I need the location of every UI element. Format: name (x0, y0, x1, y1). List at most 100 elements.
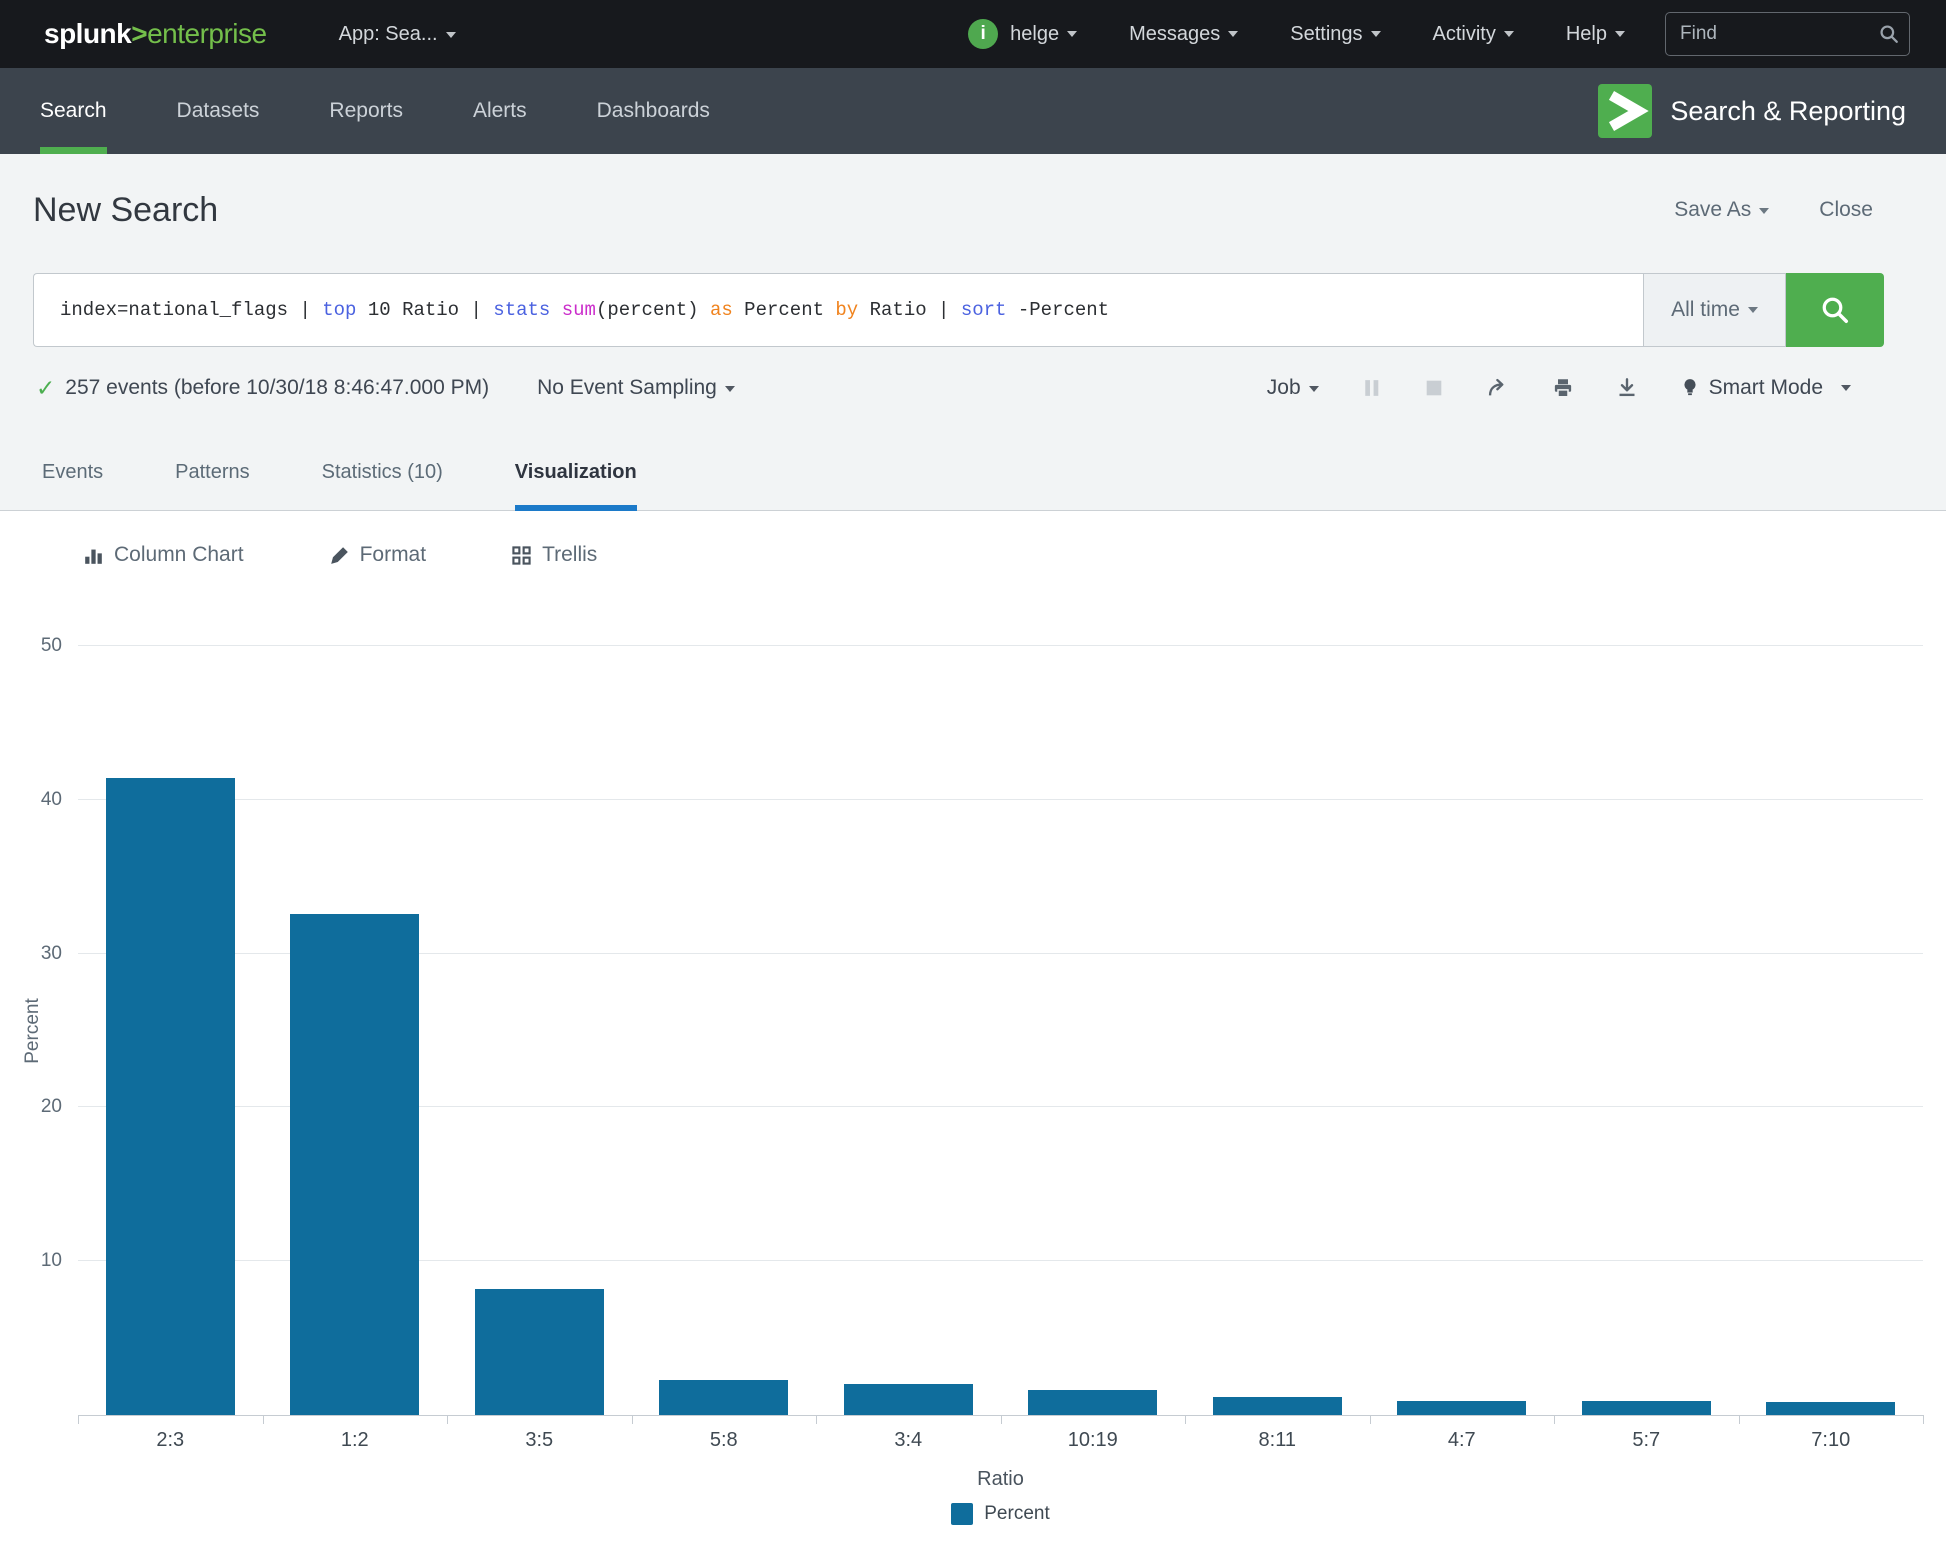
axis-tick (1554, 1415, 1555, 1424)
share-button[interactable] (1487, 378, 1509, 398)
search-query-input[interactable]: index=national_flags | top 10 Ratio | st… (33, 273, 1643, 347)
app-identity: Search & Reporting (1598, 68, 1906, 154)
bar-3-5[interactable] (474, 1288, 604, 1415)
y-tick-label: 40 (40, 788, 62, 810)
app-navbar: Search Datasets Reports Alerts Dashboards Se… (0, 68, 1946, 154)
x-tick-label: 10:19 (1067, 1429, 1118, 1451)
find-box (1665, 12, 1910, 56)
y-tick-label: 30 (40, 942, 62, 964)
format-label: Format (359, 543, 427, 566)
appbar-tab-reports[interactable]: Reports (329, 68, 403, 154)
appbar-tab-datasets[interactable]: Datasets (177, 68, 260, 154)
y-tick-label: 10 (40, 1250, 62, 1272)
title-row: New Search Save As Close (0, 154, 1946, 234)
chevron-down-icon (445, 31, 456, 38)
x-tick-label: 7:10 (1811, 1429, 1851, 1451)
tab-events[interactable]: Events (42, 435, 103, 510)
event-sampling-menu[interactable]: No Event Sampling (537, 376, 735, 400)
format-button[interactable]: Format (330, 543, 427, 567)
topbar-menu-helge[interactable]: i helge (968, 19, 1078, 49)
tab-patterns[interactable]: Patterns (175, 435, 249, 510)
export-button[interactable] (1617, 378, 1637, 398)
x-tick-label: 8:11 (1258, 1429, 1296, 1451)
bar-2-3[interactable] (105, 778, 235, 1415)
axis-tick (447, 1415, 448, 1424)
query-token: (percent) (595, 299, 710, 321)
appbar-tab-search[interactable]: Search (40, 68, 107, 154)
bar-slot (447, 646, 632, 1415)
x-tick-label: 5:7 (1632, 1429, 1661, 1451)
column-chart: Percent 10 20 30 40 50 2:3 1:2 3:5 5:8 3:4 10:19 8… (0, 635, 1946, 1526)
logo-gt: > (131, 18, 148, 49)
query-token: as (709, 299, 733, 321)
tab-visualization[interactable]: Visualization (514, 435, 637, 511)
close-button[interactable]: Close (1819, 198, 1873, 222)
topbar-menu-activity[interactable]: Activity (1433, 23, 1514, 46)
chevron-down-icon (1228, 31, 1239, 37)
trellis-button[interactable]: Trellis (512, 543, 597, 567)
bar-7-10[interactable] (1766, 1401, 1896, 1415)
search-reporting-app-icon[interactable] (1598, 84, 1653, 138)
save-as-menu[interactable]: Save As (1674, 198, 1770, 222)
pause-button[interactable] (1363, 379, 1381, 397)
search-mode-label: Smart Mode (1708, 376, 1823, 399)
app-switcher-menu[interactable]: App: Sea... (339, 23, 456, 46)
y-axis-title: Percent (22, 997, 43, 1064)
chevron-down-icon (1615, 31, 1625, 37)
bar-5-8[interactable] (659, 1379, 789, 1415)
find-input[interactable] (1665, 12, 1910, 56)
topbar-menu-help[interactable]: Help (1566, 23, 1625, 46)
stop-button[interactable] (1425, 379, 1443, 397)
event-sampling-label: No Event Sampling (537, 376, 717, 399)
search-mode-menu[interactable]: Smart Mode (1681, 376, 1851, 400)
bar-8-11[interactable] (1212, 1396, 1342, 1415)
events-count-text: 257 events (before 10/30/18 8:46:47.000 … (65, 376, 490, 399)
chevron-down-icon (1503, 31, 1514, 37)
chevron-down-icon (1841, 385, 1851, 391)
menu-label: Activity (1432, 22, 1496, 45)
chevron-down-icon (1067, 31, 1078, 37)
chart-legend[interactable]: Percent (78, 1502, 1923, 1526)
chevron-down-icon (1747, 307, 1758, 313)
menu-label: helge (1010, 22, 1060, 45)
y-tick-label: 20 (40, 1096, 62, 1118)
topbar-menu-messages[interactable]: Messages (1129, 22, 1239, 46)
query-token: by (835, 299, 859, 321)
axis-tick (1738, 1415, 1740, 1424)
bar-3-4[interactable] (843, 1384, 973, 1415)
job-menu[interactable]: Job (1267, 376, 1319, 400)
legend-swatch (951, 1503, 974, 1525)
x-axis-title: Ratio (977, 1468, 1024, 1490)
topbar-menu-settings[interactable]: Settings (1290, 23, 1381, 46)
paintbrush-icon (330, 546, 348, 564)
chart-type-label: Column Chart (114, 543, 244, 566)
x-tick-label: 2:3 (156, 1429, 185, 1451)
tab-statistics-10[interactable]: Statistics (10) (322, 435, 443, 510)
legend-label: Percent (984, 1503, 1050, 1524)
visualization-panel: Column Chart Format Trellis Percent 10 20… (0, 511, 1946, 1557)
query-token: top (322, 299, 357, 321)
search-submit-button[interactable] (1786, 273, 1884, 347)
time-range-picker[interactable]: All time (1643, 273, 1786, 347)
share-icon (1488, 378, 1504, 396)
bar-slot (263, 646, 448, 1415)
result-tabs: Events Patterns Statistics (10) Visualizati… (0, 435, 1946, 511)
viz-toolbar: Column Chart Format Trellis (0, 511, 1946, 571)
bars (78, 646, 1923, 1415)
logo-product: enterprise (147, 18, 267, 49)
bar-4-7[interactable] (1397, 1401, 1527, 1415)
bar-5-7[interactable] (1581, 1401, 1711, 1415)
appbar-tab-dashboards[interactable]: Dashboards (597, 68, 710, 154)
bar-1-2[interactable] (290, 913, 420, 1415)
print-button[interactable] (1553, 378, 1573, 398)
query-token: stats (493, 299, 551, 321)
query-token: sum (561, 299, 596, 321)
bar-10-19[interactable] (1028, 1390, 1158, 1415)
chart-type-button[interactable]: Column Chart (84, 543, 244, 567)
search-bar: index=national_flags | top 10 Ratio | st… (33, 273, 1884, 347)
splunk-logo[interactable]: splunk>enterprise (44, 18, 267, 50)
appbar-tab-alerts[interactable]: Alerts (473, 68, 527, 154)
menu-label: Messages (1129, 22, 1221, 45)
bar-slot (632, 646, 817, 1415)
query-token: Ratio | (858, 299, 961, 321)
